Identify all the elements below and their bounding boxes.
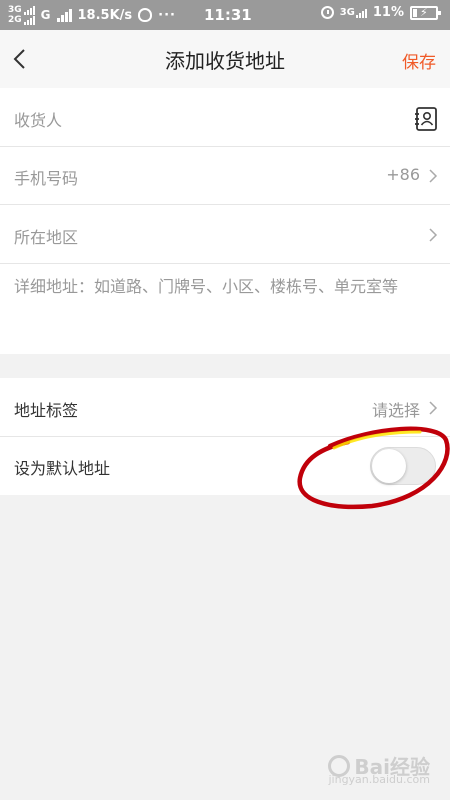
net-type-right: 3G <box>340 7 367 18</box>
default-address-toggle[interactable] <box>370 447 436 485</box>
save-button[interactable]: 保存 <box>402 48 436 73</box>
status-bar: 3G 2G G 18.5K/s ··· 11:31 3G 11% ⚡ <box>0 0 450 30</box>
detail-address-placeholder[interactable]: 详细地址：如道路、门牌号、小区、楼栋号、单元室等 <box>14 276 404 298</box>
battery-icon: ⚡ <box>410 5 441 20</box>
default-address-label: 设为默认地址 <box>14 459 111 478</box>
net-type-g: G <box>40 8 51 22</box>
net-type-bottom: 2G <box>8 15 22 25</box>
signal-icon <box>23 15 35 25</box>
detail-address-field[interactable]: 详细地址：如道路、门牌号、小区、楼栋号、单元室等 <box>0 264 450 354</box>
default-address-row: 设为默认地址 <box>0 437 450 495</box>
chevron-right-icon <box>429 228 438 242</box>
baidu-watermark: Bai经验 jingyan.baidu.com <box>328 751 430 786</box>
watermark-sub: jingyan.baidu.com <box>328 773 430 786</box>
recipient-input[interactable]: 收货人 <box>14 107 62 131</box>
recipient-row[interactable]: 收货人 <box>0 88 450 147</box>
address-tag-row[interactable]: 地址标签 请选择 <box>0 378 450 437</box>
country-code[interactable]: +86 <box>386 165 420 184</box>
signal-icon <box>23 5 35 15</box>
network-speed: 18.5K/s <box>77 7 133 23</box>
chevron-right-icon <box>429 169 438 183</box>
region-row[interactable]: 所在地区 <box>0 205 450 264</box>
battery-percent: 11% <box>372 5 404 20</box>
header: 添加收货地址 保存 <box>0 30 450 88</box>
alarm-icon <box>320 6 334 19</box>
chevron-right-icon <box>429 401 438 415</box>
phone-input[interactable]: 手机号码 <box>14 165 78 189</box>
net-type-top: 3G <box>8 5 22 15</box>
page-title: 添加收货地址 <box>165 49 285 73</box>
toggle-knob <box>372 449 406 483</box>
qq-icon <box>138 8 153 22</box>
contacts-book-icon[interactable] <box>414 106 438 132</box>
address-tag-label: 地址标签 <box>14 401 79 420</box>
clock: 11:31 <box>204 6 252 24</box>
region-label: 所在地区 <box>14 228 79 247</box>
phone-row[interactable]: 手机号码 +86 <box>0 147 450 205</box>
signal-icon <box>355 9 367 18</box>
address-tag-value[interactable]: 请选择 <box>372 397 420 421</box>
dual-sim-signal: 3G 2G <box>8 5 35 25</box>
signal-icon <box>56 8 72 22</box>
more-notifications-icon: ··· <box>158 7 176 23</box>
